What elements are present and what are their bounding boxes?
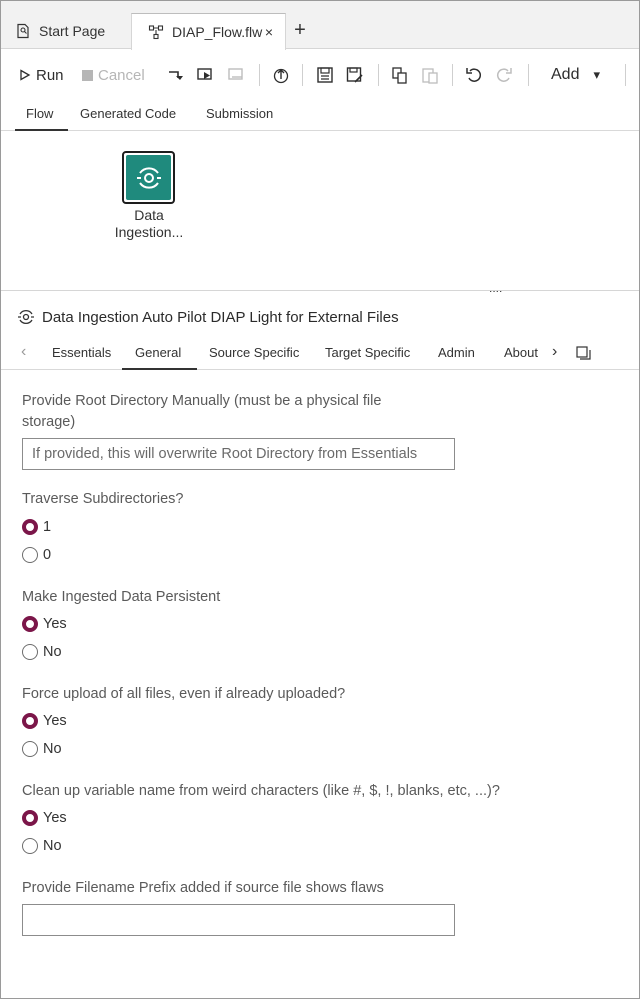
document-tab-bar: Start Page DIAP_Flow.flw × + xyxy=(1,1,639,50)
toolbar-separator xyxy=(378,64,379,86)
cancel-label: Cancel xyxy=(98,66,145,84)
radio-label: 1 xyxy=(43,519,52,535)
data-ingestion-icon xyxy=(17,308,35,326)
tab-admin[interactable]: Admin xyxy=(438,345,475,370)
toolbar-separator xyxy=(302,64,303,86)
chevron-right-icon[interactable]: › xyxy=(552,343,557,361)
persistent-label: Make Ingested Data Persistent xyxy=(22,589,221,605)
radio-label: Yes xyxy=(43,810,67,826)
root-directory-label: Provide Root Directory Manually (must be… xyxy=(22,391,381,433)
filename-prefix-input[interactable] xyxy=(22,904,455,936)
root-directory-label-line1: Provide Root Directory Manually (must be… xyxy=(22,393,382,409)
radio-unselected-icon xyxy=(22,838,38,854)
radio-selected-icon xyxy=(22,616,38,632)
radio-unselected-icon xyxy=(22,547,38,563)
chevron-left-icon[interactable]: ‹ xyxy=(21,343,26,361)
tab-generated-code[interactable]: Generated Code xyxy=(80,106,176,131)
redo-icon xyxy=(496,68,512,82)
toolbar-separator xyxy=(259,64,260,86)
radio-label: 0 xyxy=(43,547,52,563)
panel-title-text: Data Ingestion Auto Pilot DIAP Light for… xyxy=(42,308,399,326)
toolbar-separator xyxy=(625,64,626,86)
tab-start-page-label: Start Page xyxy=(39,23,106,39)
panel-title: Data Ingestion Auto Pilot DIAP Light for… xyxy=(17,308,399,326)
run-to-node-icon xyxy=(228,68,243,80)
flow-icon xyxy=(148,24,164,40)
run-from-node-icon[interactable] xyxy=(166,65,186,85)
tab-essentials[interactable]: Essentials xyxy=(52,345,111,370)
root-directory-label-line2: storage) xyxy=(22,414,76,430)
tab-source-specific[interactable]: Source Specific xyxy=(209,345,299,370)
force-upload-label: Force upload of all files, even if alrea… xyxy=(22,686,346,702)
toolbar-separator xyxy=(528,64,529,86)
traverse-subdirectories-label: Traverse Subdirectories? xyxy=(22,491,184,507)
root-directory-input[interactable] xyxy=(22,438,455,470)
toolbar-separator xyxy=(452,64,453,86)
tab-diap-flow-label: DIAP_Flow.flw xyxy=(172,24,263,40)
radio-traverse-0[interactable]: 0 xyxy=(22,545,51,565)
toolbar: Run Cancel Add ▾ xyxy=(1,50,639,100)
radio-unselected-icon xyxy=(22,741,38,757)
data-ingestion-node[interactable] xyxy=(122,151,175,204)
paste-icon xyxy=(422,68,438,84)
run-button[interactable]: Run xyxy=(19,64,64,86)
data-ingestion-node-icon xyxy=(126,155,171,200)
close-icon[interactable]: × xyxy=(265,24,273,40)
radio-selected-icon xyxy=(22,713,38,729)
radio-persistent-no[interactable]: No xyxy=(22,642,62,662)
cleanup-label: Clean up variable name from weird charac… xyxy=(22,783,500,799)
radio-traverse-1[interactable]: 1 xyxy=(22,517,51,537)
radio-force-yes[interactable]: Yes xyxy=(22,711,67,731)
run-label: Run xyxy=(36,66,64,84)
data-ingestion-node-label: Data Ingestion... xyxy=(99,207,199,241)
maximize-icon[interactable] xyxy=(576,346,591,360)
save-icon[interactable] xyxy=(315,65,335,85)
radio-label: No xyxy=(43,644,62,660)
radio-label: No xyxy=(43,838,62,854)
flow-tabs: Flow Generated Code Submission xyxy=(1,100,639,131)
node-label-line2: Ingestion... xyxy=(114,224,184,240)
radio-cleanup-yes[interactable]: Yes xyxy=(22,808,67,828)
copy-icon[interactable] xyxy=(390,65,410,85)
flow-canvas[interactable]: Data Ingestion... xyxy=(1,132,639,292)
radio-label: No xyxy=(43,741,62,757)
radio-force-no[interactable]: No xyxy=(22,739,62,759)
radio-persistent-yes[interactable]: Yes xyxy=(22,614,67,634)
add-tab-button[interactable]: + xyxy=(291,17,309,43)
chevron-down-icon: ▾ xyxy=(593,67,600,82)
play-icon xyxy=(20,69,31,81)
tab-submission[interactable]: Submission xyxy=(206,106,273,131)
panel-splitter[interactable] xyxy=(1,290,639,291)
tab-flow[interactable]: Flow xyxy=(15,106,68,131)
tab-general[interactable]: General xyxy=(122,345,197,370)
radio-label: Yes xyxy=(43,713,67,729)
radio-label: Yes xyxy=(43,616,67,632)
undo-icon[interactable] xyxy=(464,65,484,85)
node-label-line1: Data xyxy=(134,207,164,223)
save-as-icon[interactable] xyxy=(345,65,365,85)
add-label: Add xyxy=(551,66,580,83)
tab-target-specific[interactable]: Target Specific xyxy=(325,345,410,370)
radio-cleanup-no[interactable]: No xyxy=(22,836,62,856)
properties-tabs: ‹ Essentials General Source Specific Tar… xyxy=(1,339,639,370)
run-selected-icon[interactable] xyxy=(196,65,216,85)
filename-prefix-label: Provide Filename Prefix added if source … xyxy=(22,880,384,896)
tab-diap-flow[interactable]: DIAP_Flow.flw × xyxy=(131,13,286,50)
cancel-button[interactable]: Cancel xyxy=(82,64,145,86)
upload-icon[interactable] xyxy=(271,65,291,85)
radio-unselected-icon xyxy=(22,644,38,660)
tab-about[interactable]: About xyxy=(504,345,538,370)
start-page-icon xyxy=(15,23,31,39)
stop-icon xyxy=(82,69,93,81)
add-menu-button[interactable]: Add ▾ xyxy=(551,64,600,86)
radio-selected-icon xyxy=(22,519,38,535)
tab-start-page[interactable]: Start Page xyxy=(1,13,129,49)
radio-selected-icon xyxy=(22,810,38,826)
